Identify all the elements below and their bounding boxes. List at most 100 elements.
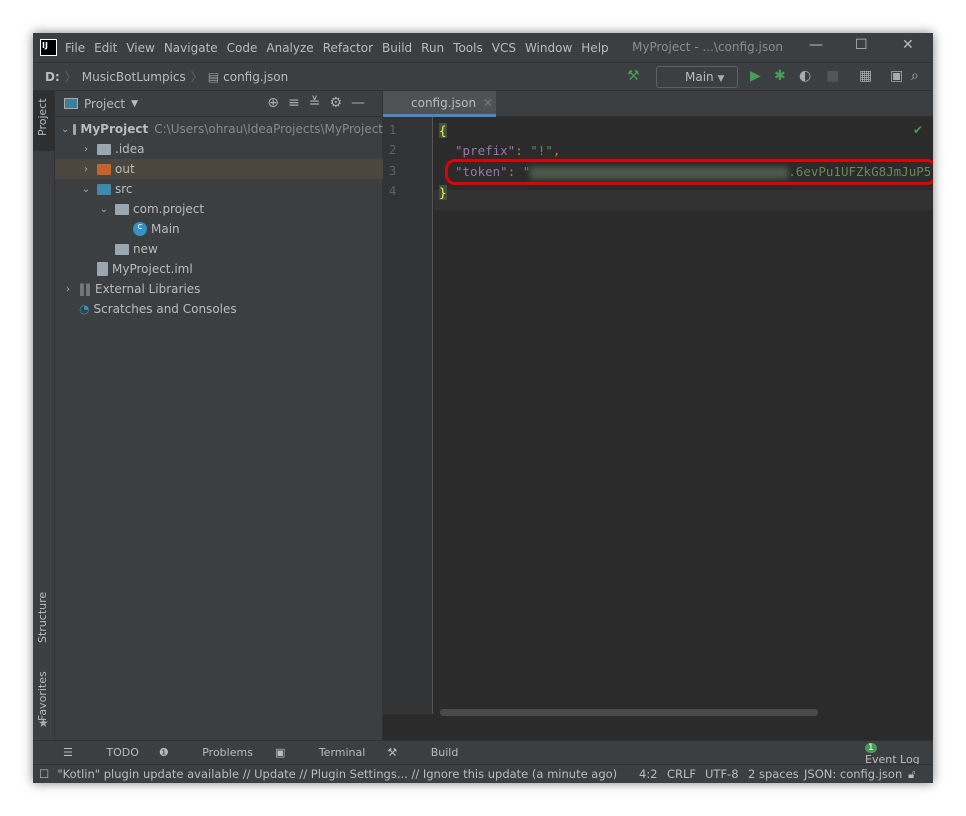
maximize-button[interactable]: ☐ (855, 37, 868, 53)
menu-help[interactable]: Help (581, 41, 608, 55)
tree-item-scratches[interactable]: ◔ Scratches and Consoles (55, 299, 383, 319)
tree-label: out (115, 162, 135, 176)
problems-button[interactable]: ❶ Problems (159, 746, 253, 759)
run-config-select[interactable]: Main ▼ (656, 66, 738, 88)
toggle-tool-windows-icon[interactable]: ☐ (39, 767, 49, 781)
build-hammer-icon[interactable]: ⚒ (627, 68, 640, 84)
stop-icon[interactable]: ■ (826, 68, 839, 84)
brace: } (439, 185, 447, 200)
left-tool-strip: Project Structure Favorites ★ (33, 91, 55, 740)
run-icon[interactable]: ▶ (750, 68, 761, 84)
tree-label: .idea (115, 142, 145, 156)
status-bar: ☐ "Kotlin" plugin update available // Up… (33, 764, 933, 783)
menu-refactor[interactable]: Refactor (323, 41, 373, 55)
breadcrumb-file[interactable]: config.json (223, 70, 288, 84)
file-encoding[interactable]: UTF-8 (705, 767, 739, 781)
project-path: C:\Users\ohrau\IdeaProjects\MyProject (154, 122, 383, 136)
status-message[interactable]: "Kotlin" plugin update available // Upda… (57, 767, 617, 781)
close-tab-icon[interactable]: ✕ (483, 96, 493, 110)
breadcrumb-folder[interactable]: MusicBotLumpics (82, 70, 186, 84)
indent-setting[interactable]: 2 spaces (748, 767, 799, 781)
menu-edit[interactable]: Edit (94, 41, 117, 55)
caret-position[interactable]: 4:2 (639, 767, 658, 781)
code-line-1: { (439, 123, 447, 138)
menu-navigate[interactable]: Navigate (164, 41, 218, 55)
problems-label: Problems (202, 746, 253, 759)
json-file-icon: ▤ (207, 69, 220, 84)
locate-icon[interactable]: ⊕ (267, 95, 288, 111)
terminal-window-icon[interactable]: ▣ (890, 68, 903, 84)
colon: : (515, 143, 531, 158)
tree-item-src[interactable]: ⌄ src (55, 179, 383, 199)
chevron-down-icon[interactable]: ▼ (131, 99, 138, 109)
tree-item-myproject[interactable]: ⌄ MyProject C:\Users\ohrau\IdeaProjects\My… (55, 119, 383, 139)
terminal-button[interactable]: ▣ Terminal (275, 746, 365, 759)
menu-code[interactable]: Code (227, 41, 258, 55)
menu-file[interactable]: File (65, 41, 85, 55)
tree-label: MyProject.iml (112, 262, 193, 276)
terminal-label: Terminal (318, 746, 366, 759)
project-panel: Project ▼ ⊕≡≚⚙— ⌄ MyProject C:\Users\ohrau… (55, 91, 383, 740)
expand-all-icon[interactable]: ≡ (288, 95, 309, 111)
title-bar: IJ File Edit View Navigate Code Analyze Refact… (33, 33, 933, 62)
line-number: 4 (389, 184, 397, 198)
project-structure-icon[interactable]: ▦ (859, 68, 872, 84)
todo-button[interactable]: ☰ TODO (63, 746, 139, 759)
tree-item-main[interactable]: c Main (55, 219, 383, 239)
line-separator[interactable]: CRLF (667, 767, 696, 781)
menu-window[interactable]: Window (525, 41, 572, 55)
menu-tools[interactable]: Tools (453, 41, 483, 55)
tree-label: External Libraries (95, 282, 201, 296)
event-count-badge: 1 (865, 742, 877, 753)
editor-tabs: config.json ✕ (383, 91, 933, 117)
horizontal-scrollbar[interactable] (440, 709, 818, 716)
file-type[interactable]: JSON: config.json (804, 767, 902, 781)
menu-run[interactable]: Run (421, 41, 444, 55)
breadcrumb-drive[interactable]: D: (45, 70, 60, 84)
json-value: "!" (530, 143, 553, 158)
highlight-annotation (445, 159, 933, 185)
hide-icon[interactable]: — (351, 95, 374, 111)
tree-item-new[interactable]: new (55, 239, 383, 259)
tree-item-out[interactable]: › out (55, 159, 383, 179)
gear-icon[interactable]: ⚙ (329, 95, 351, 111)
tree-item-external-libraries[interactable]: › ‖‖ External Libraries (55, 279, 383, 299)
tree-label: MyProject (80, 122, 149, 136)
menu-build[interactable]: Build (382, 41, 412, 55)
tree-label: new (133, 242, 158, 256)
coverage-icon[interactable]: ◐ (799, 68, 811, 84)
project-tool-button[interactable]: Project (36, 98, 49, 136)
structure-tool-button[interactable]: Structure (36, 592, 49, 643)
library-icon: ‖‖ (79, 282, 91, 296)
tab-config-json[interactable]: config.json ✕ (383, 91, 496, 117)
tree-item-iml[interactable]: MyProject.iml (55, 259, 383, 279)
tab-label: config.json (411, 96, 477, 110)
menu-vcs[interactable]: VCS (492, 41, 516, 55)
chevron-down-icon: ▼ (717, 74, 725, 84)
line-number: 3 (389, 164, 397, 178)
tree-item-com-project[interactable]: ⌄ com.project (55, 199, 383, 219)
favorites-tool-button[interactable]: Favorites (36, 671, 49, 721)
collapse-all-icon[interactable]: ≚ (309, 95, 330, 111)
minimize-button[interactable]: — (809, 37, 823, 53)
event-log-button[interactable]: 1 Event Log (835, 740, 933, 766)
brace: { (439, 123, 447, 138)
code-line-2: "prefix": "!", (455, 143, 560, 158)
menu-analyze[interactable]: Analyze (266, 41, 313, 55)
lock-icon[interactable]: 🔓︎ (908, 767, 915, 782)
tree-item-idea[interactable]: › .idea (55, 139, 383, 159)
project-view-select[interactable]: Project (84, 97, 125, 111)
line-number: 2 (389, 143, 397, 157)
window-title: MyProject - ...\config.json (632, 40, 784, 54)
build-button[interactable]: ⚒ Build (387, 746, 458, 759)
line-number: 1 (389, 123, 397, 137)
close-button[interactable]: ✕ (902, 37, 914, 53)
project-view-icon (64, 98, 78, 109)
search-icon[interactable]: ⌕ (911, 68, 919, 84)
line-gutter: 1 2 3 4 (383, 117, 433, 714)
debug-icon[interactable]: ✱ (774, 68, 786, 84)
navigation-bar: D: 〉 MusicBotLumpics 〉 ▤ config.json ⚒ Mai… (33, 62, 933, 91)
tree-label: Scratches and Consoles (93, 302, 237, 316)
menu-view[interactable]: View (126, 41, 154, 55)
todo-label: TODO (106, 746, 139, 759)
